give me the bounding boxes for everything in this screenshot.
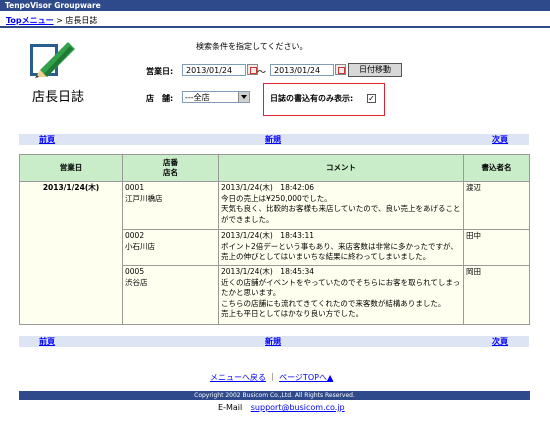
header-store: 店番 店名: [122, 154, 219, 182]
store-number: 0005: [125, 267, 145, 276]
store-cell: 0005 渋谷店: [122, 265, 219, 325]
prev-page-link[interactable]: 前頁: [39, 336, 55, 347]
diary-table: 営業日 店番 店名 コメント 書込者名 2013/1/24(木) 0001 江戸…: [19, 154, 530, 325]
date-cell: 2013/1/24(木): [19, 181, 123, 325]
comment-cell[interactable]: 2013/1/24(木) 18:45:34 近くの店舗がイベントをやっていたので…: [218, 265, 464, 325]
table-header-row: 営業日 店番 店名 コメント 書込者名: [19, 154, 530, 182]
only-with-entries-label: 日誌の書込有のみ表示:: [270, 94, 354, 103]
app-title-bar: TenpoVisor Groupware: [0, 0, 550, 11]
prev-page-link[interactable]: 前頁: [39, 134, 55, 145]
breadcrumb-home-link[interactable]: Topメニュー: [6, 16, 54, 25]
comment-text: 今日の売上は¥250,000でした。 天気も良く、比較的お客様も来店していたので…: [221, 193, 461, 224]
menu-back-link[interactable]: メニューへ戻る: [210, 373, 266, 382]
store-cell: 0001 江戸川橋店: [122, 181, 219, 230]
app-title: TenpoVisor Groupware: [5, 1, 101, 10]
footer-links: メニューへ戻る ｜ ページTOPへ▲: [210, 372, 333, 383]
date-from-input[interactable]: 2013/01/24: [182, 64, 246, 76]
store-select-value: ---全店: [185, 93, 210, 102]
comment-cell[interactable]: 2013/1/24(木) 18:43:11 ポイント2倍デーという事もあり、来店…: [218, 229, 464, 266]
footer-separator: ｜: [268, 373, 277, 382]
new-entry-link[interactable]: 新規: [265, 336, 281, 347]
comment-time: 2013/1/24(木) 18:45:34: [221, 267, 314, 276]
search-hint: 検索条件を指定してください。: [196, 42, 308, 51]
store-name: 江戸川橋店: [125, 193, 163, 203]
store-number: 0001: [125, 183, 145, 192]
copyright-bar: Copyright 2002 Busicom Co.,Ltd. All Righ…: [19, 391, 530, 400]
store-number: 0002: [125, 231, 145, 240]
author-cell: 田中: [463, 229, 530, 266]
comment-time: 2013/1/24(木) 18:43:11: [221, 231, 314, 240]
support-email-link[interactable]: support@busicom.co.jp: [251, 403, 345, 412]
header-comment: コメント: [218, 154, 464, 182]
store-cell: 0002 小石川店: [122, 229, 219, 266]
calendar-to-icon[interactable]: [335, 64, 346, 75]
comment-text: 近くの店舗がイベントをやっていたのでそちらにお客を取られてしまったかと思います。…: [221, 277, 461, 319]
breadcrumb: Topメニュー > 店長日誌: [6, 15, 97, 26]
header-date: 営業日: [19, 154, 123, 182]
page-top-link[interactable]: ページTOPへ▲: [279, 373, 333, 382]
store-name: 小石川店: [125, 241, 155, 251]
only-with-entries-checkbox[interactable]: ✓: [367, 94, 376, 103]
breadcrumb-current: 店長日誌: [65, 16, 98, 25]
diary-logo-icon: [30, 42, 75, 78]
comment-cell[interactable]: 2013/1/24(木) 18:42:06 今日の売上は¥250,000でした。…: [218, 181, 464, 230]
breadcrumb-divider: [0, 26, 550, 28]
chevron-down-icon: [238, 92, 249, 102]
next-page-link[interactable]: 次頁: [492, 134, 508, 145]
email-line: E-Mail support@busicom.co.jp: [218, 403, 345, 412]
pager-bottom: 前頁 新規 次頁: [19, 336, 529, 347]
author-cell: 岡田: [463, 265, 530, 325]
date-move-button[interactable]: 日付移動: [348, 63, 402, 77]
comment-time: 2013/1/24(木) 18:42:06: [221, 183, 314, 192]
author-cell: 渡辺: [463, 181, 530, 230]
store-name: 渋谷店: [125, 277, 148, 287]
date-range-separator: ～: [257, 68, 267, 78]
comment-text: ポイント2倍デーという事もあり、来店客数は非常に多かったですが、売上の伸びとして…: [221, 241, 458, 262]
email-label: E-Mail: [218, 403, 243, 412]
date-to-input[interactable]: 2013/01/24: [270, 64, 334, 76]
table-row: 2013/1/24(木) 0001 江戸川橋店 2013/1/24(木) 18:…: [19, 181, 530, 325]
breadcrumb-separator: >: [56, 16, 63, 25]
store-label: 店 舗:: [146, 94, 174, 103]
business-date-label: 営業日:: [146, 67, 174, 76]
page-title: 店長日誌: [32, 90, 85, 105]
next-page-link[interactable]: 次頁: [492, 336, 508, 347]
new-entry-link[interactable]: 新規: [265, 134, 281, 145]
store-select[interactable]: ---全店: [182, 91, 250, 103]
header-author: 書込者名: [463, 154, 530, 182]
pager-top: 前頁 新規 次頁: [19, 134, 529, 145]
